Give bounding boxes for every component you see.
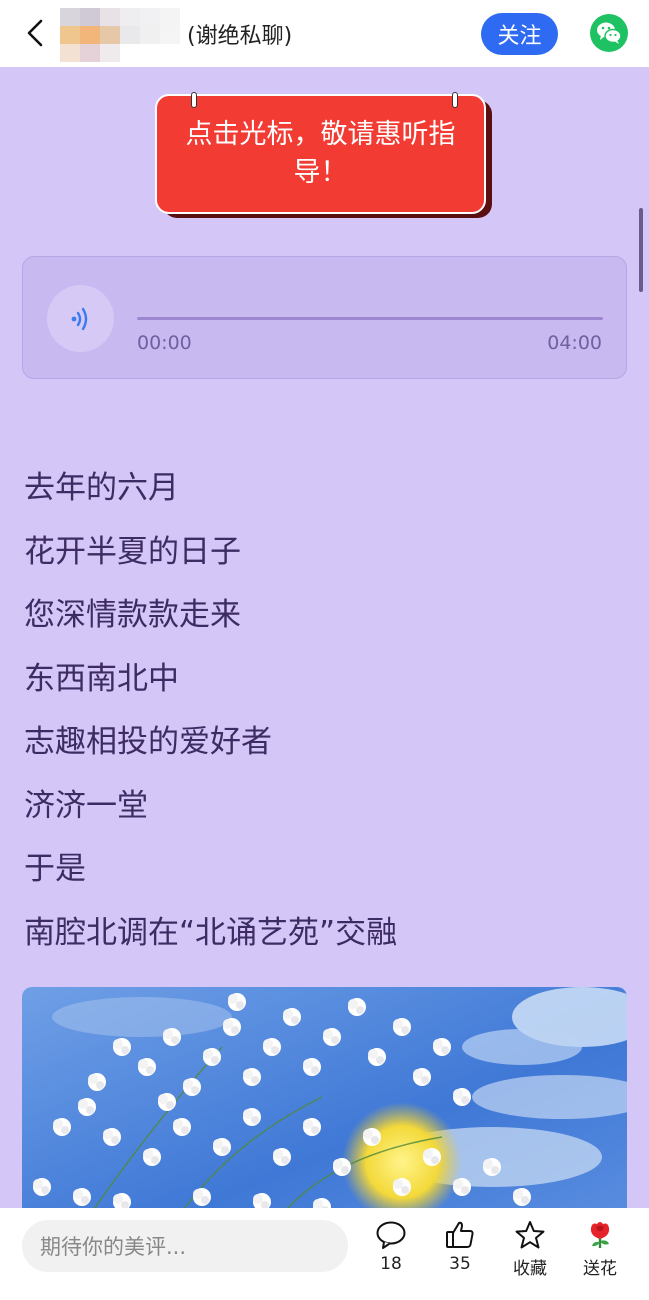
poem-line: 志趣相投的爱好者 [24, 724, 272, 760]
top-bar: (谢绝私聊) 关注 [0, 0, 649, 67]
privacy-note: (谢绝私聊) [187, 24, 293, 49]
speaker-icon [71, 307, 87, 330]
audio-current-time: 00:00 [137, 332, 192, 354]
listen-banner[interactable]: 点击光标，敬请惠听指导！ [155, 92, 492, 220]
poem-line: 南腔北调在“北诵艺苑”交融 [24, 914, 398, 951]
comment-button[interactable]: 18 [363, 1220, 419, 1274]
audio-duration: 04:00 [547, 332, 602, 354]
flower-photo[interactable] [22, 987, 627, 1227]
author-avatar[interactable] [60, 8, 180, 63]
banner-text: 点击光标，敬请惠听指导！ [185, 119, 456, 188]
chevron-left-icon [27, 19, 43, 47]
speech-bubble-icon [376, 1221, 406, 1249]
wechat-icon [597, 22, 622, 44]
scrollbar[interactable] [639, 208, 643, 292]
like-count: 35 [449, 1254, 471, 1274]
star-icon [515, 1221, 545, 1249]
comment-placeholder: 期待你的美评... [40, 1235, 187, 1259]
poem-line: 您深情款款走来 [24, 597, 241, 633]
poem-line: 东西南北中 [24, 660, 179, 697]
poem-line: 于是 [24, 851, 86, 887]
flower-label: 送花 [583, 1259, 617, 1279]
favorite-label: 收藏 [513, 1259, 547, 1279]
comment-count: 18 [380, 1254, 402, 1274]
thumbs-up-icon [446, 1221, 474, 1248]
gypsophila-flower-image [22, 987, 627, 1227]
audio-player: 00:00 04:00 [22, 256, 627, 379]
poem-line: 去年的六月 [24, 470, 179, 506]
comment-input[interactable]: 期待你的美评... [22, 1220, 348, 1272]
favorite-button[interactable]: 收藏 [502, 1220, 558, 1279]
poem-line: 花开半夏的日子 [24, 533, 241, 570]
banner-board: 点击光标，敬请惠听指导！ [155, 94, 486, 214]
send-flower-button[interactable]: 送花 [572, 1220, 628, 1279]
play-button[interactable] [47, 285, 114, 352]
bottom-action-bar: 期待你的美评... 18 35 收藏 送花 [0, 1208, 649, 1300]
banner-pin-right [452, 92, 458, 108]
banner-pin-left [191, 92, 197, 108]
follow-button[interactable]: 关注 [481, 13, 558, 55]
poem-body: 去年的六月 花开半夏的日子 您深情款款走来 东西南北中 志趣相投的爱好者 济济一… [24, 466, 624, 974]
audio-progress-track[interactable] [137, 317, 603, 320]
like-button[interactable]: 35 [432, 1220, 488, 1274]
poem-line: 济济一堂 [24, 787, 148, 824]
back-button[interactable] [18, 16, 52, 50]
rose-icon [590, 1222, 610, 1248]
wechat-share-button[interactable] [590, 14, 628, 52]
